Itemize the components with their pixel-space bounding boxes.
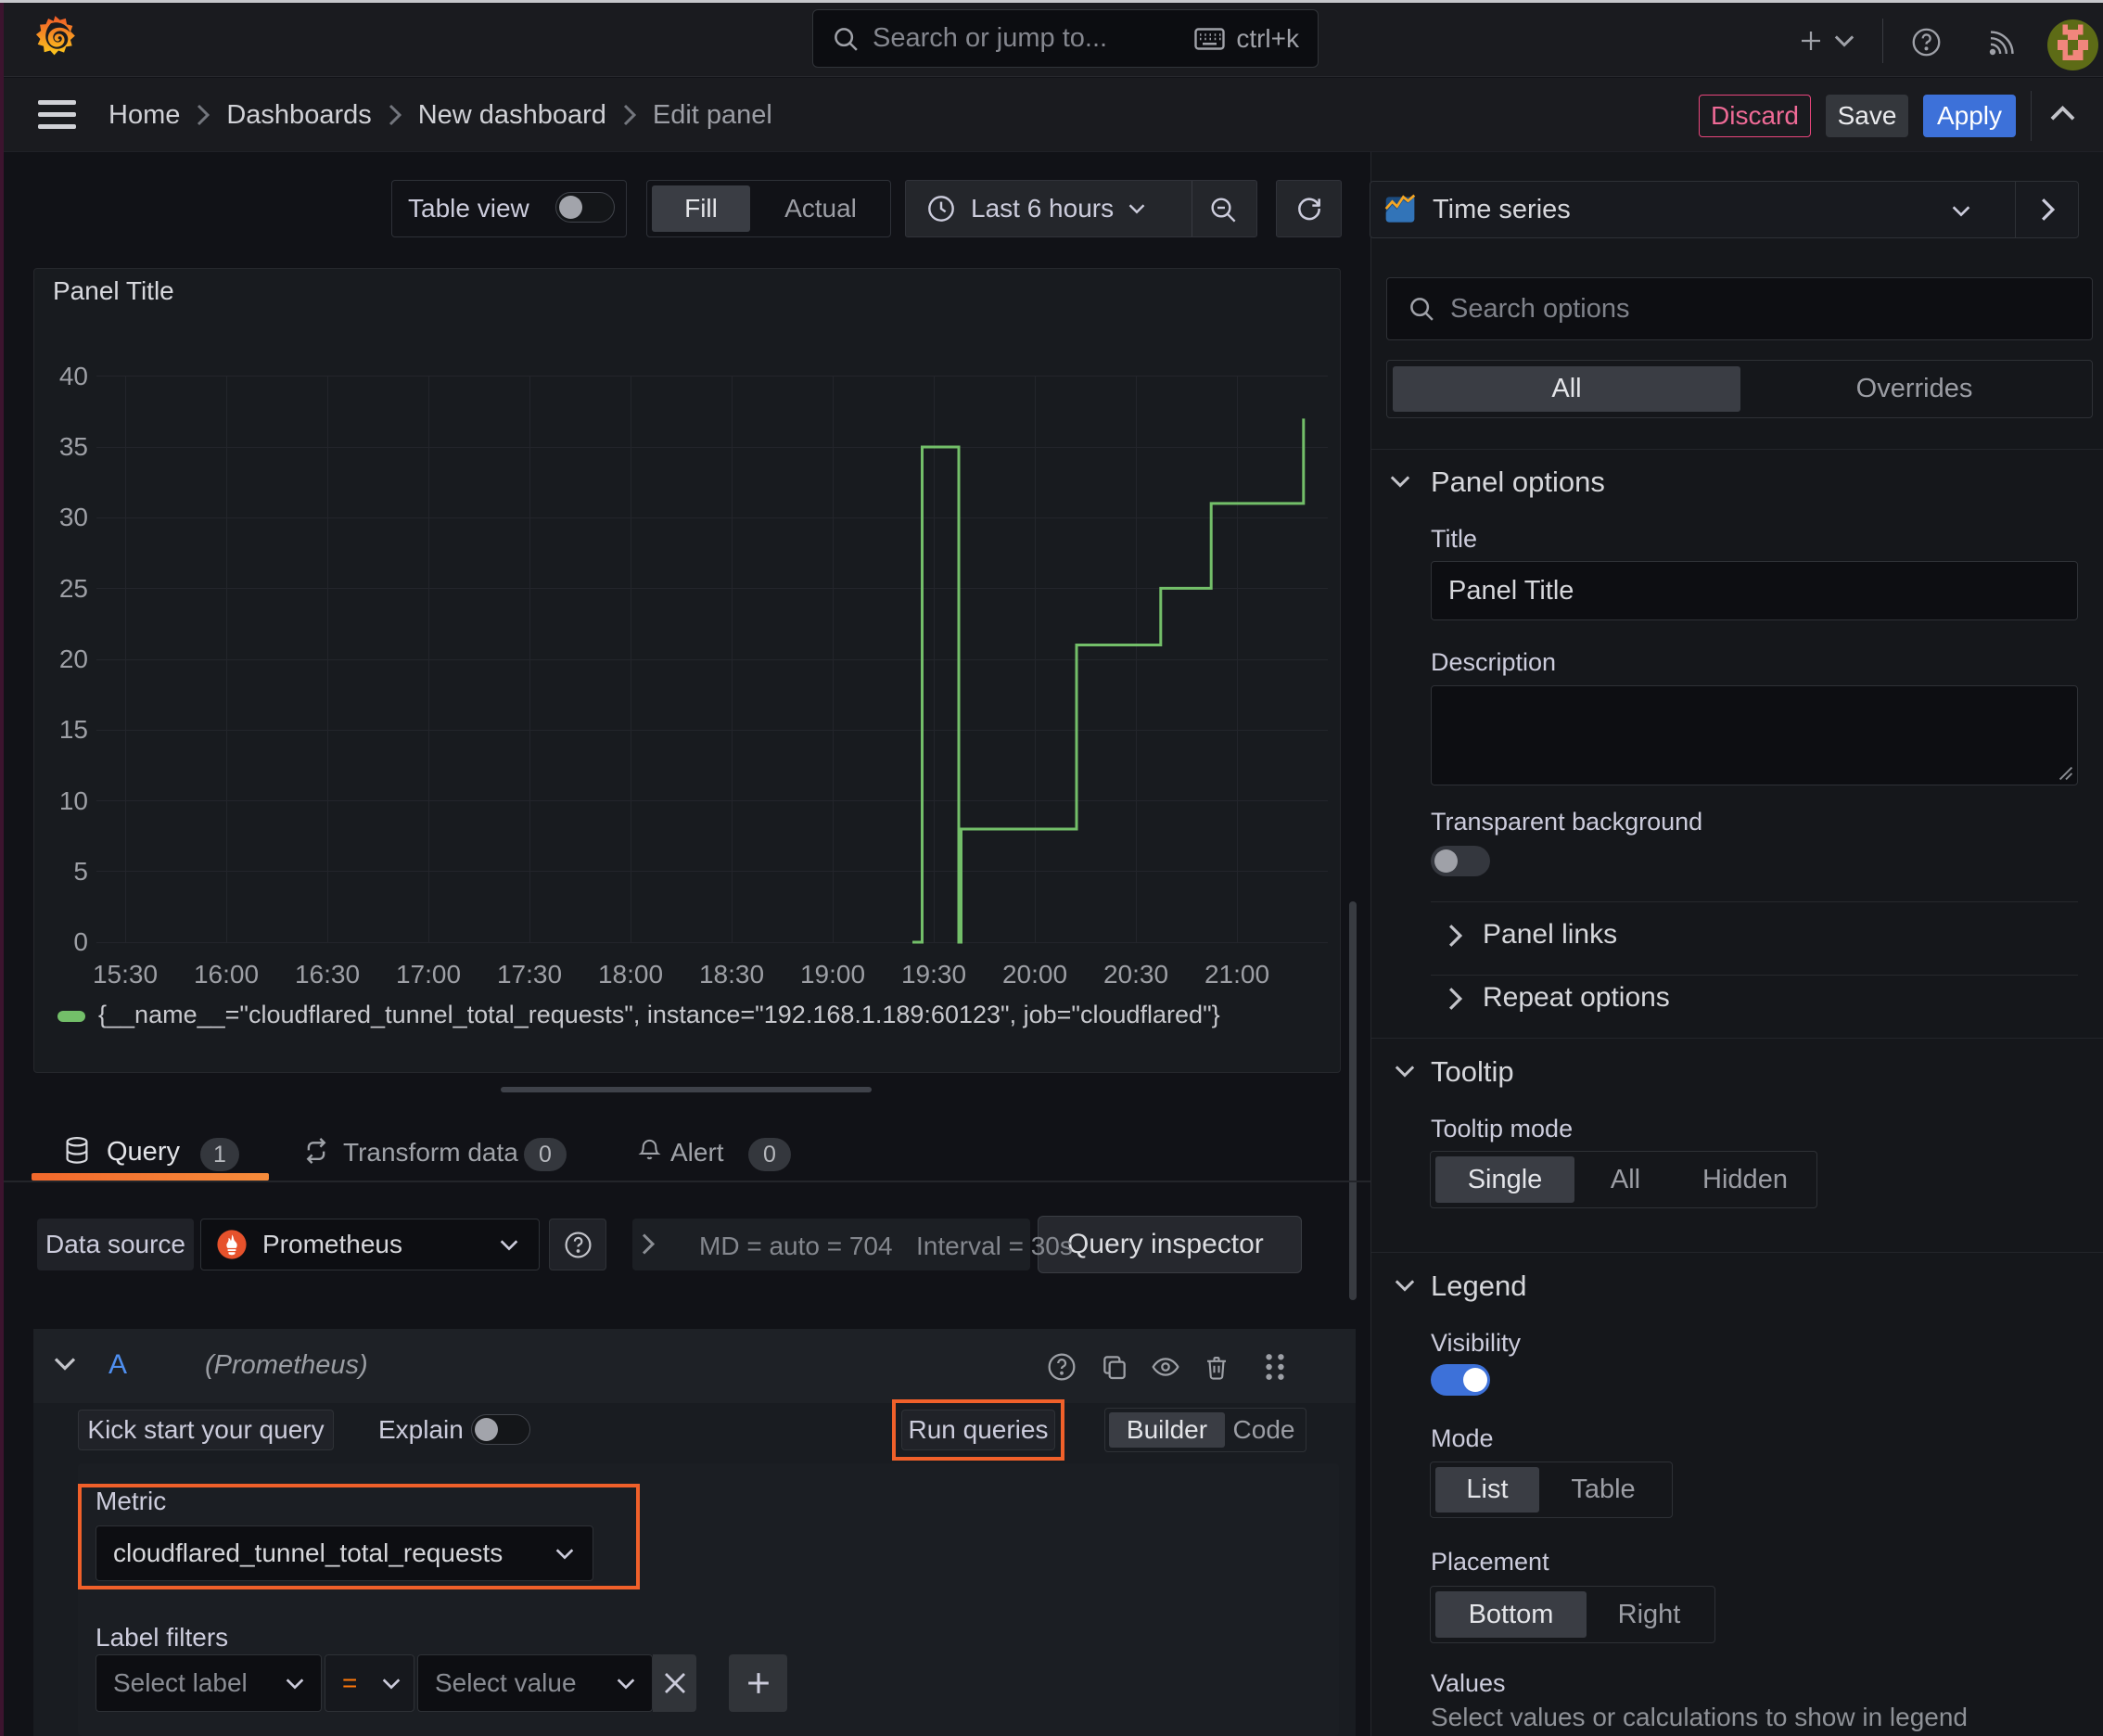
- svg-text:21:00: 21:00: [1204, 960, 1269, 989]
- svg-text:16:00: 16:00: [194, 960, 259, 989]
- svg-text:35: 35: [59, 432, 88, 461]
- svg-text:30: 30: [59, 503, 88, 531]
- svg-text:25: 25: [59, 574, 88, 603]
- svg-text:19:00: 19:00: [800, 960, 865, 989]
- svg-text:10: 10: [59, 786, 88, 815]
- svg-text:0: 0: [73, 927, 88, 956]
- svg-text:18:30: 18:30: [699, 960, 764, 989]
- svg-text:17:30: 17:30: [497, 960, 562, 989]
- svg-text:20:30: 20:30: [1103, 960, 1168, 989]
- svg-text:17:00: 17:00: [396, 960, 461, 989]
- svg-text:40: 40: [59, 362, 88, 390]
- svg-text:20:00: 20:00: [1002, 960, 1067, 989]
- svg-text:19:30: 19:30: [901, 960, 966, 989]
- svg-text:15:30: 15:30: [93, 960, 158, 989]
- svg-text:20: 20: [59, 645, 88, 673]
- svg-text:15: 15: [59, 715, 88, 744]
- svg-text:18:00: 18:00: [598, 960, 663, 989]
- svg-text:5: 5: [73, 857, 88, 886]
- svg-text:16:30: 16:30: [295, 960, 360, 989]
